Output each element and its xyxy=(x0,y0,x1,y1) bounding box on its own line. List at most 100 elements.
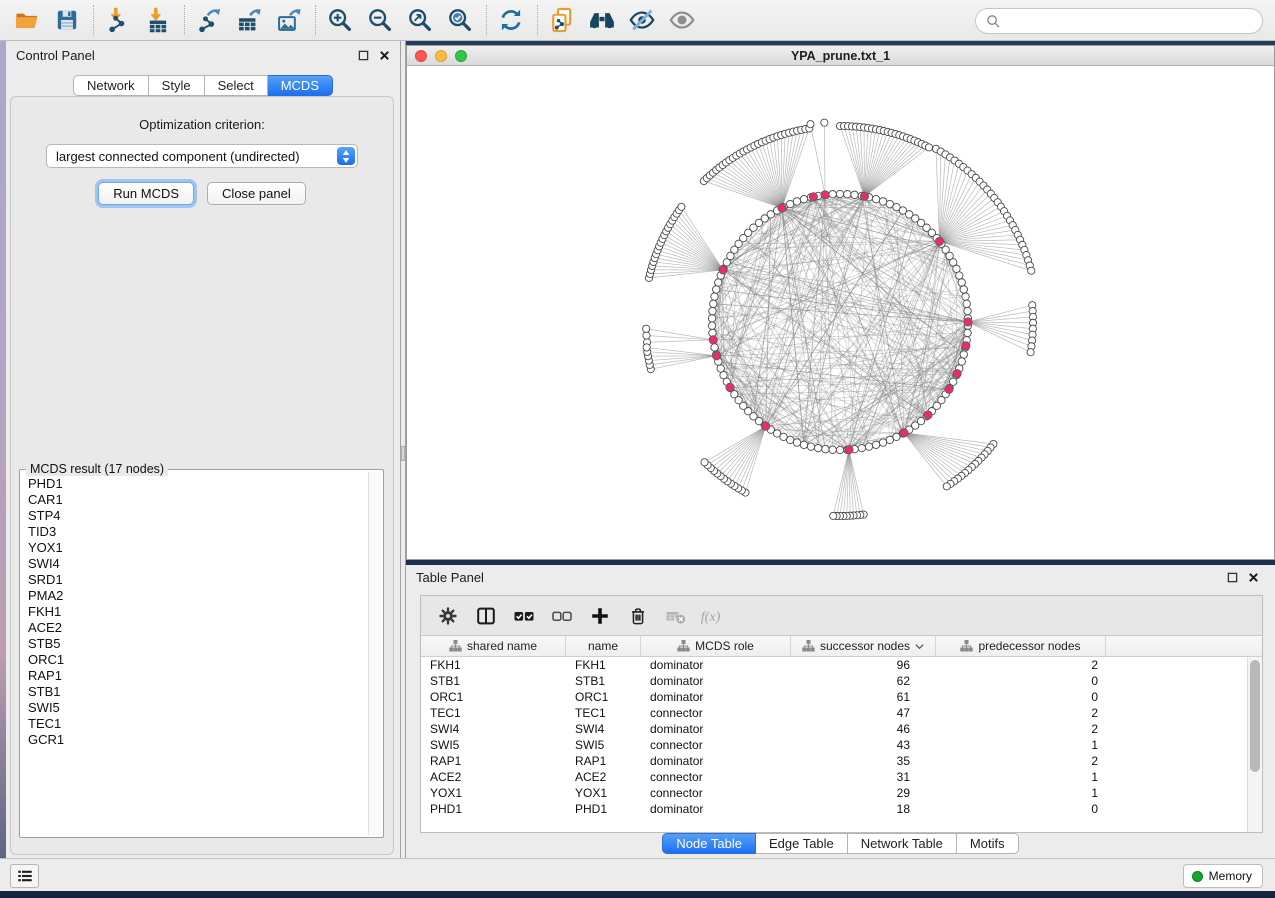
zoom-fit-button[interactable] xyxy=(403,3,437,37)
tab-style[interactable]: Style xyxy=(149,75,205,96)
column-header-predecessor-nodes[interactable]: predecessor nodes xyxy=(936,636,1106,656)
tab-node-table[interactable]: Node Table xyxy=(662,833,756,854)
mcds-result-node[interactable]: STB5 xyxy=(24,636,367,652)
tab-mcds[interactable]: MCDS xyxy=(268,75,333,96)
vertical-splitter-handle[interactable] xyxy=(401,446,405,461)
table-row[interactable]: PHD1PHD1dominator180 xyxy=(421,801,1262,817)
table-row[interactable]: SWI4SWI4dominator462 xyxy=(421,721,1262,737)
export-network-button[interactable] xyxy=(192,3,226,37)
mcds-result-node[interactable]: RAP1 xyxy=(24,668,367,684)
zoom-out-icon xyxy=(366,6,394,34)
mcds-tab-content: Optimization criterion: largest connecte… xyxy=(10,96,394,855)
table-cell: TEC1 xyxy=(566,706,641,720)
zoom-in-button[interactable] xyxy=(323,3,357,37)
mcds-result-node[interactable]: CAR1 xyxy=(24,492,367,508)
close-panel-icon[interactable] xyxy=(1248,572,1259,583)
table-scrollbar-thumb[interactable] xyxy=(1250,660,1260,772)
mcds-hub-node xyxy=(809,193,817,201)
run-mcds-button[interactable]: Run MCDS xyxy=(98,182,194,205)
mcds-result-list[interactable]: PHD1CAR1STP4TID3YOX1SWI4SRD1PMA2FKH1ACE2… xyxy=(24,476,367,835)
column-header-MCDS-role[interactable]: MCDS role xyxy=(641,636,791,656)
column-header-successor-nodes[interactable]: successor nodes xyxy=(791,636,936,656)
optimization-criterion-label: Optimization criterion: xyxy=(11,117,393,132)
close-panel-icon[interactable] xyxy=(379,50,390,61)
tab-edge-table[interactable]: Edge Table xyxy=(756,833,848,854)
deselect-all-columns-button[interactable] xyxy=(547,601,577,631)
zoom-selected-button[interactable] xyxy=(443,3,477,37)
control-panel-titlebar: Control Panel xyxy=(6,41,400,69)
mcds-result-node[interactable]: STP4 xyxy=(24,508,367,524)
control-panel-tabs: NetworkStyleSelectMCDS xyxy=(6,75,400,96)
import-table-button[interactable] xyxy=(141,3,175,37)
table-cell: 43 xyxy=(791,738,936,752)
create-column-button[interactable] xyxy=(585,601,615,631)
mcds-list-scrollbar[interactable] xyxy=(368,472,381,835)
first-neighbors-button[interactable] xyxy=(585,3,619,37)
node-table-block: f(x) shared namenameMCDS rolesuccessor n… xyxy=(420,595,1263,833)
mcds-result-node[interactable]: TEC1 xyxy=(24,716,367,732)
tab-motifs[interactable]: Motifs xyxy=(957,833,1019,854)
mcds-result-node[interactable]: YOX1 xyxy=(24,540,367,556)
table-cell: dominator xyxy=(641,690,791,704)
delete-column-button[interactable] xyxy=(623,601,653,631)
search-icon xyxy=(986,14,1001,29)
zoom-out-button[interactable] xyxy=(363,3,397,37)
tab-select[interactable]: Select xyxy=(205,75,268,96)
import-network-button[interactable] xyxy=(101,3,135,37)
clone-network-button[interactable] xyxy=(545,3,579,37)
mcds-result-node[interactable]: STB1 xyxy=(24,684,367,700)
table-cell: dominator xyxy=(641,754,791,768)
mcds-result-node[interactable]: ACE2 xyxy=(24,620,367,636)
export-table-button[interactable] xyxy=(232,3,266,37)
select-all-columns-button[interactable] xyxy=(509,601,539,631)
table-row[interactable]: ORC1ORC1dominator610 xyxy=(421,689,1262,705)
table-cell: ORC1 xyxy=(566,690,641,704)
table-row[interactable]: FKH1FKH1dominator962 xyxy=(421,657,1262,673)
memory-button[interactable]: Memory xyxy=(1183,864,1263,888)
table-row[interactable]: STB1STB1dominator620 xyxy=(421,673,1262,689)
table-cell: 0 xyxy=(936,674,1106,688)
table-options-button[interactable] xyxy=(433,601,463,631)
network-canvas[interactable] xyxy=(407,66,1274,559)
mcds-hub-node xyxy=(900,429,908,437)
tab-network[interactable]: Network xyxy=(73,75,149,96)
refresh-button[interactable] xyxy=(494,3,528,37)
close-panel-button[interactable]: Close panel xyxy=(207,182,306,205)
mcds-result-node[interactable]: SWI5 xyxy=(24,700,367,716)
mcds-result-node[interactable]: ORC1 xyxy=(24,652,367,668)
show-all-button[interactable] xyxy=(665,3,699,37)
table-row[interactable]: TEC1TEC1connector472 xyxy=(421,705,1262,721)
table-row[interactable]: SWI5SWI5connector431 xyxy=(421,737,1262,753)
table-row[interactable]: RAP1RAP1dominator352 xyxy=(421,753,1262,769)
mcds-result-node[interactable]: TID3 xyxy=(24,524,367,540)
toolbar-separator xyxy=(315,5,316,35)
float-panel-icon[interactable] xyxy=(358,50,369,61)
table-cell: 0 xyxy=(936,690,1106,704)
column-header-shared-name[interactable]: shared name xyxy=(421,636,566,656)
cytoscape-window: Control Panel NetworkStyleSelectMCDS Opt… xyxy=(0,0,1275,898)
mcds-result-node[interactable]: PHD1 xyxy=(24,476,367,492)
svg-text:f(x): f(x) xyxy=(701,608,721,624)
save-session-button[interactable] xyxy=(50,3,84,37)
column-header-name[interactable]: name xyxy=(566,636,641,656)
tab-network-table[interactable]: Network Table xyxy=(848,833,957,854)
export-image-button[interactable] xyxy=(272,3,306,37)
open-session-button[interactable] xyxy=(10,3,44,37)
optimization-criterion-dropdown[interactable]: largest connected component (undirected) xyxy=(46,144,358,168)
show-column-button[interactable] xyxy=(471,601,501,631)
table-cell: 1 xyxy=(936,786,1106,800)
mcds-result-node[interactable]: FKH1 xyxy=(24,604,367,620)
mcds-result-node[interactable]: PMA2 xyxy=(24,588,367,604)
table-row[interactable]: YOX1YOX1connector291 xyxy=(421,785,1262,801)
search-input[interactable] xyxy=(1007,14,1252,28)
table-row[interactable]: ACE2ACE2connector311 xyxy=(421,769,1262,785)
task-history-button[interactable] xyxy=(10,864,39,888)
hide-selected-button[interactable] xyxy=(625,3,659,37)
network-search-field[interactable] xyxy=(975,8,1263,34)
mcds-result-node[interactable]: GCR1 xyxy=(24,732,367,748)
table-scrollbar[interactable] xyxy=(1247,657,1262,832)
mcds-result-node[interactable]: SRD1 xyxy=(24,572,367,588)
table-cell: RAP1 xyxy=(566,754,641,768)
float-panel-icon[interactable] xyxy=(1227,572,1238,583)
mcds-result-node[interactable]: SWI4 xyxy=(24,556,367,572)
